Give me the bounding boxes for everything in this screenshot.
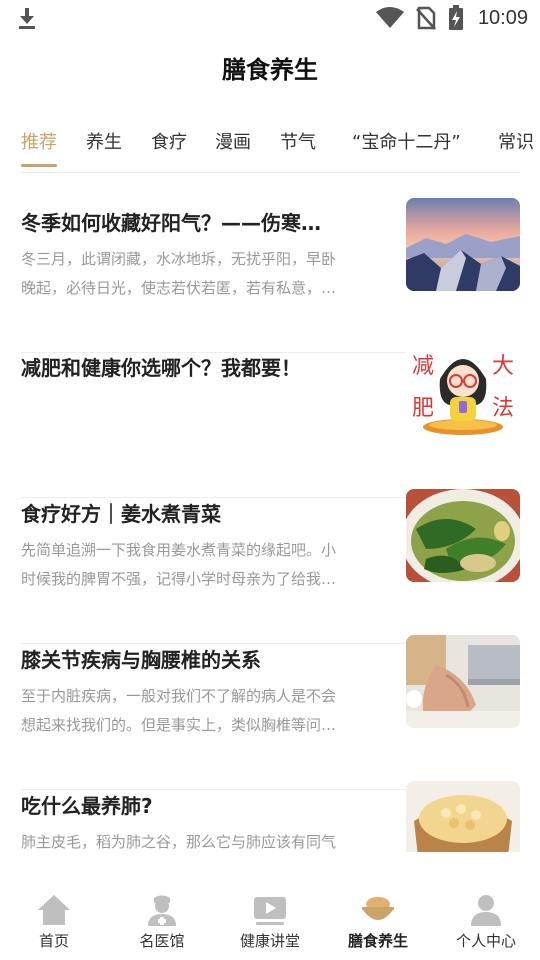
status-bar: 10:09 (0, 0, 540, 36)
download-icon (16, 6, 38, 30)
nav-label: 个人中心 (455, 932, 516, 950)
tab-solar-terms[interactable]: 节气 (280, 128, 316, 154)
nav-label: 膳食养生 (347, 932, 408, 950)
no-sim-icon (416, 6, 436, 30)
article-item[interactable]: 减肥和健康你选哪个？我都要！ 减 大 肥 法 (21, 343, 520, 498)
home-icon (36, 892, 72, 928)
nav-diet-health[interactable]: 膳食养生 (324, 892, 432, 951)
article-title: 膝关节疾病与胸腰椎的关系 (21, 648, 261, 672)
cartoon-girl-diet-image: 减 大 肥 法 (406, 343, 520, 436)
article-title: 吃什么最养肺? (21, 794, 153, 818)
nav-label: 名医馆 (139, 932, 185, 950)
nav-health-lectures[interactable]: 健康讲堂 (216, 892, 324, 951)
article-summary: 冬三月，此谓闭藏，水冰地坼，无扰乎阳，早卧晚起，必待日光，使志若伏若匿，若有私意… (21, 250, 337, 297)
mountain-sunset-image (406, 198, 520, 291)
tab-comics[interactable]: 漫画 (215, 128, 251, 154)
user-icon (468, 892, 504, 928)
article-summary (21, 390, 339, 448)
tab-recommend[interactable]: 推荐 (21, 128, 57, 154)
wifi-icon (375, 7, 404, 29)
article-item[interactable]: 膝关节疾病与胸腰椎的关系 至于内脏疾病，一般对我们不了解的病人是不会想起来找我们… (21, 635, 520, 790)
laptop-blanket-image (406, 635, 520, 728)
doctor-icon (144, 892, 180, 928)
tab-common-sense[interactable]: 常识 (498, 128, 534, 154)
tab-twelve-elixirs[interactable]: “宝命十二丹” (352, 128, 461, 154)
svg-text:大: 大 (492, 354, 514, 379)
food-bowl-icon (360, 892, 396, 928)
svg-text:肥: 肥 (412, 396, 434, 421)
nav-doctors[interactable]: 名医馆 (108, 892, 216, 951)
article-summary: 至于内脏疾病，一般对我们不了解的病人是不会想起来找我们的。但是事实上，类似胸椎等… (21, 687, 337, 734)
clock: 10:09 (477, 6, 528, 29)
article-item[interactable]: 食疗好方｜姜水煮青菜 先简单追溯一下我食用姜水煮青菜的缘起吧。小时候我的脾胃不强… (21, 489, 520, 644)
nav-label: 首页 (38, 932, 69, 950)
category-tabs: 推荐 养生 食疗 漫画 节气 “宝命十二丹” 常识 (0, 118, 540, 170)
article-summary: 先简单追溯一下我食用姜水煮青菜的缘起吧。小时候我的脾胃不强，记得小学时母亲为了给… (21, 541, 337, 588)
nav-home[interactable]: 首页 (0, 892, 108, 951)
nav-label: 健康讲堂 (239, 932, 300, 950)
svg-text:减: 减 (412, 354, 434, 379)
battery-charging-icon (448, 5, 464, 31)
article-item[interactable]: 冬季如何收藏好阳气？——伤寒… 冬三月，此谓闭藏，水冰地坼，无扰乎阳，早卧晚起，… (21, 198, 520, 353)
article-title: 冬季如何收藏好阳气？——伤寒… (21, 211, 321, 235)
article-title: 食疗好方｜姜水煮青菜 (21, 502, 221, 526)
page-title: 膳食养生 (222, 56, 318, 84)
tabs-divider (21, 172, 520, 173)
nav-profile[interactable]: 个人中心 (432, 892, 540, 951)
video-play-icon (252, 892, 288, 928)
svg-text:法: 法 (492, 396, 514, 421)
bottom-nav: 首页 名医馆 健康讲堂 膳食养生 个人中心 (0, 852, 540, 960)
tab-health[interactable]: 养生 (86, 128, 122, 154)
ginger-greens-soup-image (406, 489, 520, 582)
active-tab-indicator (21, 164, 57, 167)
tab-diet-therapy[interactable]: 食疗 (151, 128, 187, 154)
article-title: 减肥和健康你选哪个？我都要！ (21, 356, 301, 380)
